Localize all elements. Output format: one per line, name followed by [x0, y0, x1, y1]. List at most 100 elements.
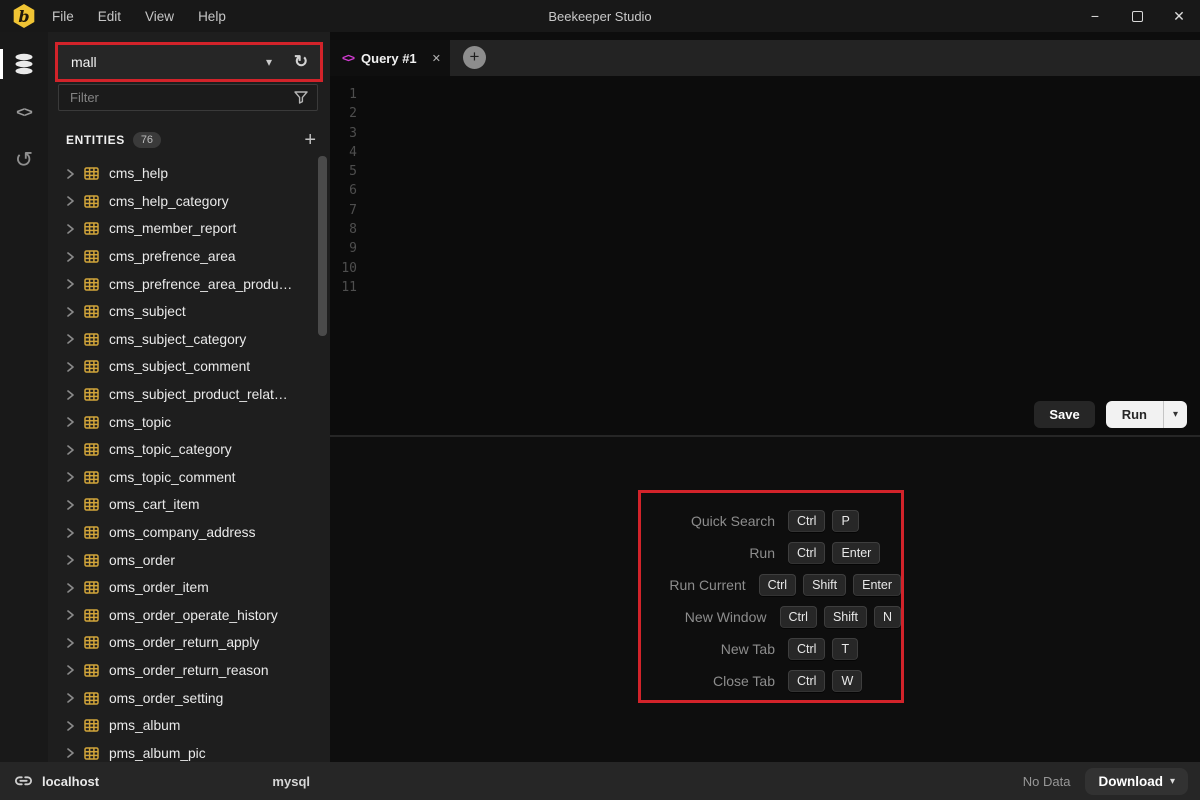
table-row[interactable]: cms_topic_comment: [48, 464, 330, 492]
chevron-right-icon[interactable]: [65, 223, 77, 235]
table-row[interactable]: oms_order: [48, 546, 330, 574]
new-tab-button[interactable]: +: [463, 46, 486, 69]
table-row[interactable]: oms_order_item: [48, 574, 330, 602]
chevron-right-icon[interactable]: [65, 692, 77, 704]
menu-help[interactable]: Help: [198, 9, 226, 24]
shortcut-keys: Ctrl Shift N: [779, 606, 901, 628]
table-icon: [84, 388, 99, 401]
titlebar: b File Edit View Help Beekeeper Studio −…: [0, 0, 1200, 32]
chevron-right-icon[interactable]: [65, 609, 77, 621]
chevron-right-icon[interactable]: [65, 168, 77, 180]
chevron-right-icon[interactable]: [65, 361, 77, 373]
tab-close-icon[interactable]: ✕: [432, 52, 441, 65]
menu-file[interactable]: File: [52, 9, 74, 24]
chevron-right-icon[interactable]: [65, 747, 77, 759]
table-row[interactable]: oms_order_return_apply: [48, 629, 330, 657]
chevron-right-icon[interactable]: [65, 582, 77, 594]
table-icon: [84, 360, 99, 374]
shortcut-row: Close Tab Ctrl W: [641, 665, 901, 697]
table-row[interactable]: cms_help: [48, 160, 330, 188]
table-icon: [84, 747, 99, 760]
rail-queries-button[interactable]: <>: [0, 94, 48, 130]
beekeeper-logo-icon: b: [13, 4, 35, 28]
refresh-button[interactable]: ↻: [282, 45, 320, 79]
chevron-right-icon[interactable]: [65, 720, 77, 732]
table-row[interactable]: cms_prefrence_area_produ…: [48, 270, 330, 298]
table-name: cms_help_category: [109, 193, 229, 209]
chevron-right-icon[interactable]: [65, 389, 77, 401]
sql-editor[interactable]: 1 2 3 4 5 6 7 8 9 10 11 Save Run ▾: [330, 76, 1200, 435]
table-row[interactable]: oms_order_setting: [48, 684, 330, 712]
table-row[interactable]: oms_order_operate_history: [48, 602, 330, 630]
filter-input[interactable]: [59, 90, 294, 105]
chevron-down-icon: ▾: [265, 55, 272, 69]
shortcut-label: Run Current: [669, 577, 746, 593]
entities-label: ENTITIES: [66, 133, 125, 147]
shortcut-label: New Window: [684, 609, 767, 625]
minimize-button[interactable]: −: [1074, 0, 1116, 32]
shortcut-label: New Tab: [720, 641, 775, 657]
table-icon: [84, 415, 99, 429]
table-row[interactable]: cms_subject_comment: [48, 353, 330, 381]
entities-count-badge: 76: [132, 132, 162, 148]
line-number: 3: [349, 125, 357, 141]
table-name: oms_cart_item: [109, 497, 200, 513]
sidebar-scrollbar[interactable]: [318, 156, 327, 336]
table-row[interactable]: cms_prefrence_area: [48, 243, 330, 271]
chevron-right-icon[interactable]: [65, 333, 77, 345]
table-row[interactable]: oms_company_address: [48, 519, 330, 547]
tab-query-1[interactable]: <> Query #1 ✕: [330, 40, 450, 76]
shortcut-row: New Window Ctrl Shift N: [641, 601, 901, 633]
database-select[interactable]: mall ▾: [58, 45, 282, 79]
run-options-button[interactable]: ▾: [1163, 401, 1187, 428]
download-button[interactable]: Download ▾: [1085, 767, 1188, 795]
chevron-right-icon[interactable]: [65, 416, 77, 428]
table-row[interactable]: cms_subject_category: [48, 326, 330, 354]
table-row[interactable]: pms_album: [48, 712, 330, 740]
database-dropdown-annotation-box: mall ▾ ↻: [55, 42, 323, 82]
chevron-right-icon[interactable]: [65, 499, 77, 511]
table-row[interactable]: cms_topic: [48, 408, 330, 436]
table-icon: [84, 443, 99, 456]
key-cap: Ctrl: [788, 510, 826, 532]
close-icon: ✕: [1173, 7, 1185, 24]
table-row[interactable]: cms_subject: [48, 298, 330, 326]
maximize-button[interactable]: [1116, 0, 1158, 32]
add-entity-button[interactable]: +: [304, 130, 316, 150]
line-number: 9: [349, 241, 357, 257]
close-button[interactable]: ✕: [1158, 0, 1200, 32]
table-row[interactable]: cms_subject_product_relat…: [48, 381, 330, 409]
rail-tables-button[interactable]: [0, 46, 48, 82]
chevron-right-icon[interactable]: [65, 471, 77, 483]
table-name: cms_subject_comment: [109, 359, 251, 375]
save-button[interactable]: Save: [1034, 401, 1095, 428]
table-row[interactable]: pms_album_pic: [48, 739, 330, 762]
menu-edit[interactable]: Edit: [98, 9, 121, 24]
chevron-right-icon[interactable]: [65, 306, 77, 318]
table-row[interactable]: cms_member_report: [48, 215, 330, 243]
table-row[interactable]: cms_topic_category: [48, 436, 330, 464]
chevron-right-icon[interactable]: [65, 251, 77, 263]
chevron-right-icon[interactable]: [65, 527, 77, 539]
connection-button[interactable]: localhost: [0, 773, 99, 789]
chevron-right-icon[interactable]: [65, 195, 77, 207]
run-button[interactable]: Run: [1106, 401, 1163, 428]
menu-view[interactable]: View: [145, 9, 174, 24]
chevron-right-icon[interactable]: [65, 444, 77, 456]
table-row[interactable]: cms_help_category: [48, 188, 330, 216]
database-type-label: mysql: [272, 773, 310, 789]
shortcut-label: Run: [749, 545, 775, 561]
table-icon: [84, 581, 99, 594]
shortcuts-annotation-box: Quick Search Ctrl P Run Ctrl Enter Run Cur…: [638, 490, 904, 703]
chevron-right-icon[interactable]: [65, 637, 77, 649]
shortcut-row: Run Current Ctrl Shift Enter: [641, 569, 901, 601]
chevron-right-icon[interactable]: [65, 554, 77, 566]
rail-history-button[interactable]: ↺: [0, 142, 48, 178]
table-row[interactable]: oms_cart_item: [48, 491, 330, 519]
chevron-right-icon[interactable]: [65, 278, 77, 290]
key-cap: Shift: [823, 606, 867, 628]
table-row[interactable]: oms_order_return_reason: [48, 657, 330, 685]
chevron-right-icon[interactable]: [65, 664, 77, 676]
table-icon: [84, 691, 99, 705]
table-name: cms_help: [109, 166, 169, 182]
